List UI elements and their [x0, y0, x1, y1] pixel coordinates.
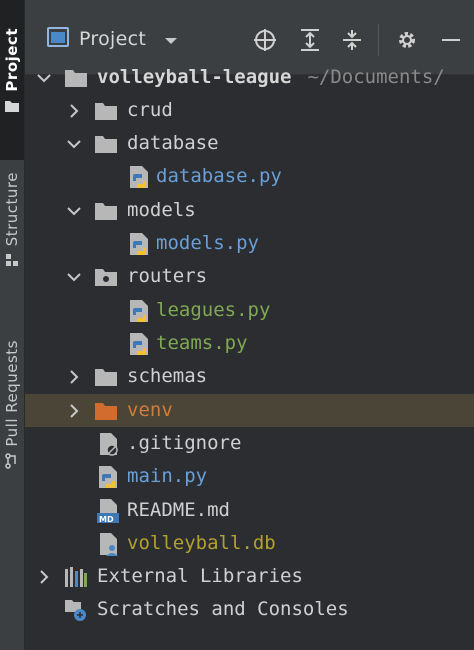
tree-item-crud[interactable]: crud [25, 94, 474, 127]
tree-item-label: database [127, 132, 219, 154]
tree-item-schemas[interactable]: schemas [25, 360, 474, 393]
tree-item-label: teams.py [156, 332, 248, 354]
python-file-icon [126, 331, 152, 357]
expand-all-icon[interactable] [296, 26, 324, 54]
chevron-right-icon[interactable] [36, 569, 52, 585]
markdown-file-icon: MD [95, 498, 121, 524]
tree-item-label: leagues.py [156, 299, 271, 321]
tree-item-teams-py[interactable]: teams.py [25, 327, 474, 360]
folder-icon [93, 98, 119, 124]
locate-icon[interactable] [251, 26, 279, 54]
tree-item-volleyball-db[interactable]: volleyball.db [25, 527, 474, 560]
tree-item-label: main.py [127, 465, 208, 487]
tree-item-label: venv [127, 399, 173, 421]
ignore-file-icon [95, 431, 121, 457]
view-selector[interactable]: Project [47, 24, 178, 54]
project-view-icon [47, 27, 69, 51]
package-folder-icon [93, 264, 119, 290]
tree-item-scratches[interactable]: Scratches and Consoles [25, 593, 474, 626]
tab-pull-requests[interactable]: Pull Requests [0, 340, 24, 520]
root-name: volleyball-league [97, 66, 292, 88]
tree-root-label: volleyball-league ~/Documents/ [97, 66, 445, 88]
tree-item-label: schemas [127, 365, 208, 387]
chevron-right-icon[interactable] [66, 403, 82, 419]
library-icon [63, 564, 89, 590]
tab-structure-label: Structure [3, 172, 21, 247]
tree-item-label: crud [127, 99, 173, 121]
tree-item-database-py[interactable]: database.py [25, 160, 474, 193]
tree-item-leagues-py[interactable]: leagues.py [25, 294, 474, 327]
tree-item-label: Scratches and Consoles [97, 598, 349, 620]
project-tree: volleyball-league ~/Documents/ crud datab… [25, 60, 474, 650]
tool-window-strip: Project Structure Pull Requests [0, 0, 25, 650]
tree-item-label: External Libraries [97, 565, 303, 587]
folder-icon [4, 98, 20, 117]
chevron-right-icon[interactable] [66, 369, 82, 385]
tree-item-main-py[interactable]: main.py [25, 460, 474, 493]
tree-item-models[interactable]: models [25, 194, 474, 227]
python-file-icon [126, 164, 152, 190]
tree-item-label: database.py [156, 165, 282, 187]
tab-pull-requests-label: Pull Requests [3, 340, 21, 447]
chevron-down-icon[interactable] [36, 70, 52, 86]
tab-project-label: Project [3, 28, 21, 92]
tree-item-label: models.py [156, 232, 259, 254]
tree-item-label: README.md [127, 499, 230, 521]
tree-item-venv[interactable]: venv [25, 394, 474, 427]
chevron-down-icon[interactable] [66, 203, 82, 219]
tree-item-readme[interactable]: MD README.md [25, 494, 474, 527]
tree-item-external-libraries[interactable]: External Libraries [25, 560, 474, 593]
tree-item-gitignore[interactable]: .gitignore [25, 427, 474, 460]
structure-icon [5, 252, 19, 271]
tree-item-models-py[interactable]: models.py [25, 227, 474, 260]
root-path: ~/Documents/ [307, 66, 445, 88]
folder-icon [93, 198, 119, 224]
tab-structure[interactable]: Structure [0, 172, 24, 310]
folder-icon [93, 364, 119, 390]
chevron-down-icon[interactable] [66, 136, 82, 152]
view-selector-label: Project [79, 28, 147, 50]
minimize-icon[interactable] [437, 26, 465, 54]
pull-request-icon [5, 452, 19, 473]
tree-item-label: .gitignore [127, 432, 242, 454]
tree-item-label: volleyball.db [127, 532, 276, 554]
collapse-all-icon[interactable] [338, 26, 366, 54]
tree-item-database[interactable]: database [25, 127, 474, 160]
tree-item-routers[interactable]: routers [25, 260, 474, 293]
tree-item-label: routers [127, 265, 208, 287]
gear-icon[interactable] [393, 26, 421, 54]
svg-text:MD: MD [99, 515, 114, 524]
python-file-icon [95, 464, 121, 490]
python-file-icon [126, 298, 152, 324]
folder-icon [63, 65, 89, 91]
chevron-down-icon[interactable] [66, 269, 82, 285]
chevron-down-icon [164, 30, 178, 49]
folder-icon [93, 131, 119, 157]
tree-item-label: models [127, 199, 196, 221]
database-file-icon [95, 531, 121, 557]
scratches-icon [63, 597, 89, 623]
tab-project[interactable]: Project [0, 0, 24, 160]
excluded-folder-icon [93, 398, 119, 424]
header-separator [378, 24, 379, 56]
chevron-right-icon[interactable] [66, 103, 82, 119]
tree-root-row[interactable]: volleyball-league ~/Documents/ [25, 61, 474, 94]
python-file-icon [126, 231, 152, 257]
